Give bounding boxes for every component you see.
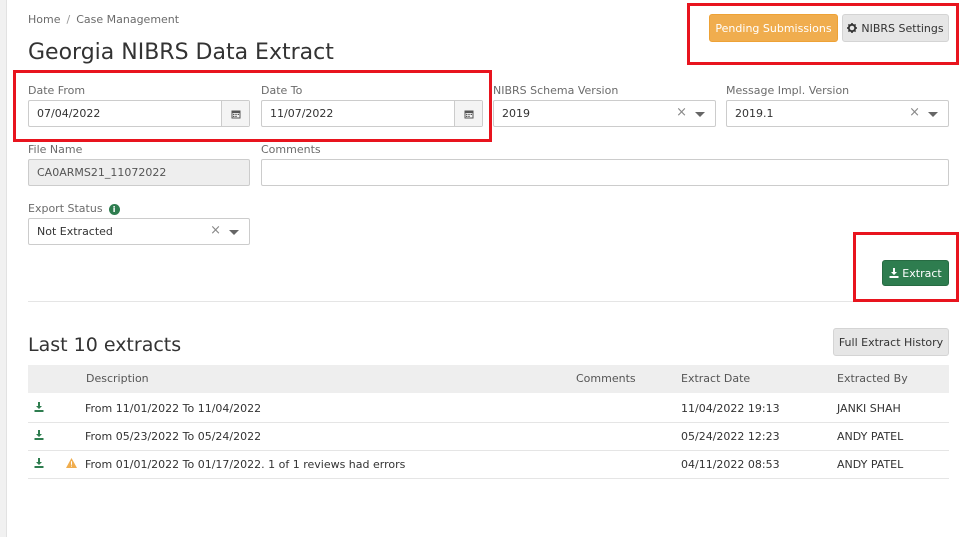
chevron-down-icon[interactable] [928, 112, 938, 117]
row-extracted-by: ANDY PATEL [837, 458, 904, 471]
row-description: From 01/01/2022 To 01/17/2022. 1 of 1 re… [85, 458, 406, 471]
column-header-extracted-by: Extracted By [837, 372, 908, 385]
export-status-label-wrap: Export Status i [28, 202, 120, 215]
column-header-extract-date: Extract Date [681, 372, 751, 385]
file-name-label: File Name [28, 143, 83, 156]
extracts-section-title: Last 10 extracts [28, 334, 182, 356]
row-extract-date: 04/11/2022 08:53 [681, 458, 780, 471]
download-icon[interactable] [34, 458, 44, 471]
file-name-input: CA0ARMS21_11072022 [28, 159, 250, 186]
schema-version-value: 2019 [502, 107, 530, 120]
message-version-clear-icon[interactable]: × [909, 105, 920, 120]
breadcrumb-separator: / [66, 13, 71, 26]
message-version-value: 2019.1 [735, 107, 774, 120]
warning-icon [66, 458, 77, 471]
row-extract-date: 05/24/2022 12:23 [681, 430, 780, 443]
row-extracted-by: JANKI SHAH [837, 402, 901, 415]
row-description: From 11/01/2022 To 11/04/2022 [85, 402, 262, 415]
table-row: From 11/01/2022 To 11/04/2022 11/04/2022 … [28, 394, 949, 423]
message-version-label: Message Impl. Version [726, 84, 850, 97]
schema-version-label: NIBRS Schema Version [493, 84, 619, 97]
chevron-down-icon[interactable] [229, 230, 239, 235]
export-status-select[interactable]: Not Extracted × [28, 218, 250, 245]
highlight-box-date-range [13, 70, 492, 142]
info-icon[interactable]: i [108, 203, 120, 215]
breadcrumb-current[interactable]: Case Management [76, 13, 179, 26]
schema-version-clear-icon[interactable]: × [676, 105, 687, 120]
column-header-comments: Comments [576, 372, 636, 385]
comments-input[interactable] [261, 159, 949, 186]
schema-version-select[interactable]: 2019 × [493, 100, 716, 127]
comments-label: Comments [261, 143, 321, 156]
breadcrumb-home[interactable]: Home [28, 13, 60, 26]
section-divider [28, 301, 949, 302]
table-row: From 05/23/2022 To 05/24/2022 05/24/2022 … [28, 422, 949, 451]
row-extracted-by: ANDY PATEL [837, 430, 904, 443]
breadcrumb: Home / Case Management [28, 13, 179, 26]
row-extract-date: 11/04/2022 19:13 [681, 402, 780, 415]
highlight-box-extract-button [853, 232, 959, 302]
column-header-description: Description [86, 372, 149, 385]
row-description: From 05/23/2022 To 05/24/2022 [85, 430, 262, 443]
page-title: Georgia NIBRS Data Extract [28, 40, 334, 65]
highlight-box-header-buttons [687, 3, 959, 65]
chevron-down-icon[interactable] [695, 112, 705, 117]
left-sidebar-edge [0, 0, 7, 537]
table-row: From 01/01/2022 To 01/17/2022. 1 of 1 re… [28, 450, 949, 479]
download-icon[interactable] [34, 430, 44, 443]
export-status-clear-icon[interactable]: × [210, 223, 221, 238]
full-extract-history-label: Full Extract History [838, 335, 944, 349]
extracts-table-header: Description Comments Extract Date Extrac… [28, 365, 949, 393]
export-status-value: Not Extracted [37, 225, 113, 238]
message-version-select[interactable]: 2019.1 × [726, 100, 949, 127]
export-status-label: Export Status [28, 202, 103, 215]
file-name-value: CA0ARMS21_11072022 [37, 166, 167, 179]
full-extract-history-button[interactable]: Full Extract History [833, 328, 949, 356]
download-icon[interactable] [34, 402, 44, 415]
